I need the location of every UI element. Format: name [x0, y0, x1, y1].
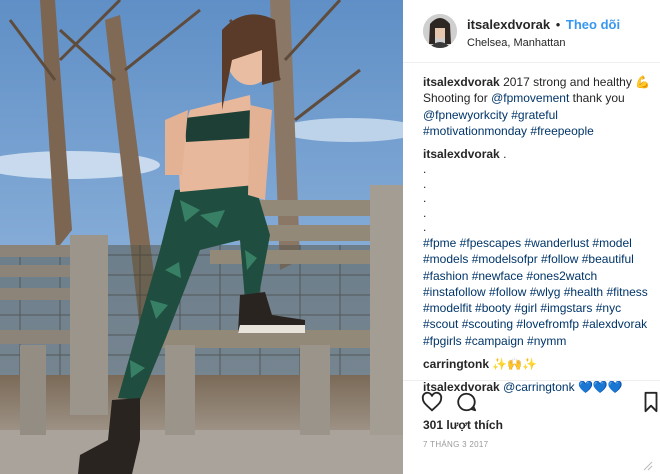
- separator-dot: •: [555, 17, 561, 32]
- caption-line2-tail: thank you: [572, 91, 625, 106]
- comment-text: .: [503, 147, 507, 162]
- dot-line: .: [423, 191, 427, 206]
- dot-line: .: [423, 176, 427, 191]
- comments-list: itsalexdvorak 2017 strong and healthy 💪 …: [423, 74, 655, 403]
- post-header: itsalexdvorak • Theo dõi Chelsea, Manhat…: [403, 0, 660, 63]
- caption-username[interactable]: itsalexdvorak: [423, 75, 500, 89]
- hashtag-freepeople[interactable]: #freepeople: [530, 124, 593, 138]
- caption-line2: Shooting for: [423, 91, 488, 106]
- hashtag-motivationmonday[interactable]: #motivationmonday: [423, 124, 527, 138]
- hashtag-grateful[interactable]: #grateful: [511, 108, 558, 122]
- likes-count[interactable]: 301 lượt thích: [423, 418, 503, 432]
- comment-text: ✨🙌✨: [492, 357, 538, 372]
- bookmark-icon[interactable]: [643, 391, 659, 413]
- header-line: itsalexdvorak • Theo dõi: [467, 17, 620, 32]
- comment: carringtonk ✨🙌✨: [423, 356, 655, 372]
- caption-text: 2017 strong and healthy 💪: [503, 75, 651, 89]
- comment: itsalexdvorak . . . . . . #fpme #fpescap…: [423, 146, 655, 349]
- dot-line: .: [423, 162, 427, 177]
- action-bar: [403, 380, 660, 420]
- post-sidebar: itsalexdvorak • Theo dõi Chelsea, Manhat…: [403, 0, 660, 474]
- post-photo[interactable]: [0, 0, 403, 474]
- avatar[interactable]: [423, 14, 457, 48]
- comment-dots: . . . . .: [423, 162, 655, 235]
- mention-fpnewyorkcity[interactable]: @fpnewyorkcity: [423, 108, 508, 122]
- caption: itsalexdvorak 2017 strong and healthy 💪 …: [423, 74, 655, 139]
- author-username[interactable]: itsalexdvorak: [467, 17, 550, 32]
- follow-button[interactable]: Theo dõi: [566, 17, 620, 32]
- comment-icon[interactable]: [455, 391, 477, 413]
- comment-username[interactable]: itsalexdvorak: [423, 147, 500, 161]
- mention-fpmovement[interactable]: @fpmovement: [491, 91, 569, 105]
- dot-line: .: [423, 220, 427, 235]
- resize-icon: [643, 461, 653, 471]
- photo-illustration: [0, 0, 403, 474]
- comment-hashtags[interactable]: #fpme #fpescapes #wanderlust #model #mod…: [423, 235, 655, 349]
- dot-line: .: [423, 205, 427, 220]
- post-date: 7 THÁNG 3 2017: [423, 440, 489, 449]
- heart-icon[interactable]: [421, 391, 443, 413]
- comment-username[interactable]: carringtonk: [423, 357, 489, 371]
- location-link[interactable]: Chelsea, Manhattan: [467, 37, 565, 49]
